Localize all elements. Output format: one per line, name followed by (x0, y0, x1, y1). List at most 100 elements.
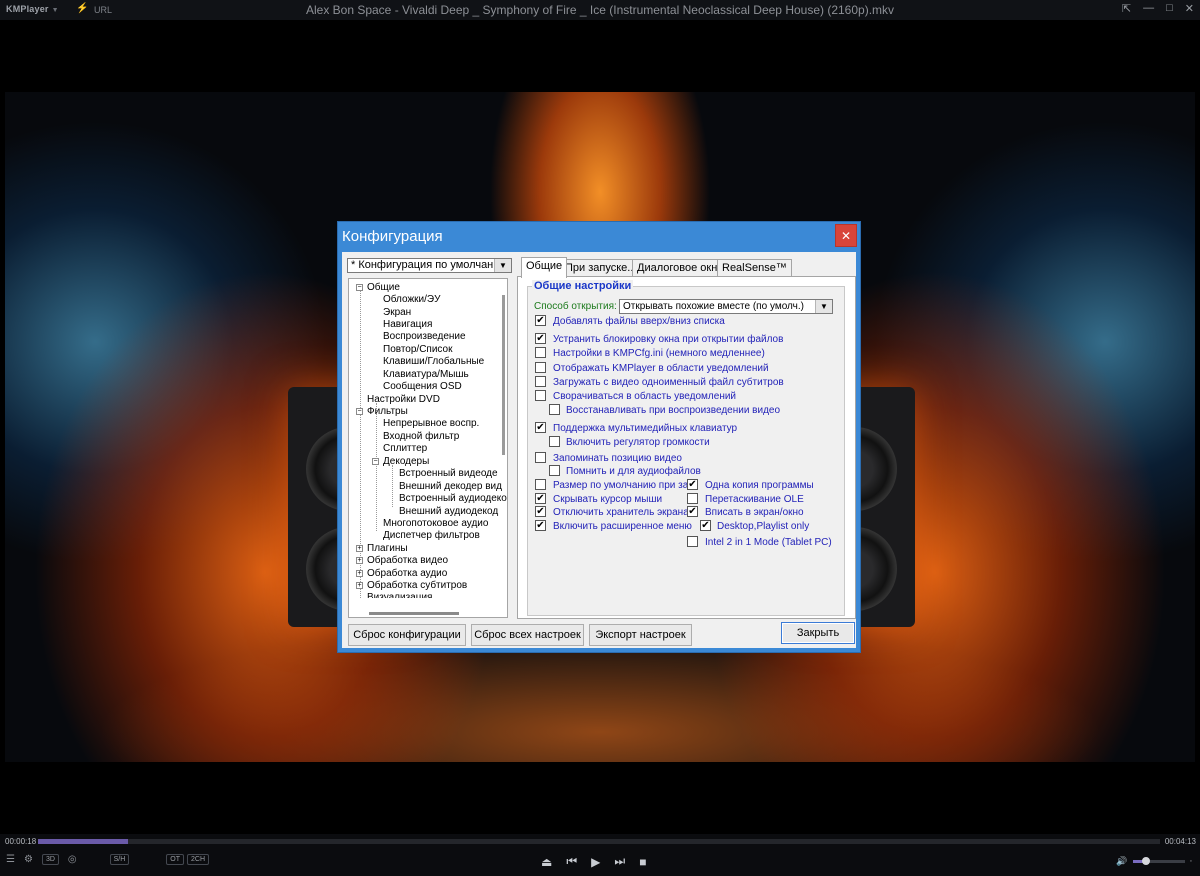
tree-item-osd[interactable]: Сообщения OSD (383, 381, 462, 393)
checkbox-tray-show[interactable] (535, 362, 546, 373)
pin-icon[interactable]: ⇱ (1122, 2, 1131, 15)
tree-item-decoders[interactable]: Декодеры (383, 456, 429, 468)
tree-item-continuous[interactable]: Непрерывное воспр. (383, 418, 479, 430)
checkbox-ole-drag[interactable] (687, 493, 698, 504)
checkbox-volume-ctrl[interactable] (549, 436, 560, 447)
seek-bar[interactable] (38, 839, 1160, 844)
tab-dialog[interactable]: Диалоговое окно (632, 259, 729, 277)
tree-item-repeat[interactable]: Повтор/Список (383, 344, 452, 356)
tree-item-filters[interactable]: Фильтры (367, 406, 408, 418)
tab-realsense[interactable]: RealSense™ (717, 259, 792, 277)
dialog-close-button[interactable]: ✕ (835, 224, 857, 247)
tree-item-keyboard[interactable]: Клавиатура/Мышь (383, 369, 469, 381)
open-mode-label: Способ открытия: (534, 301, 617, 312)
checkbox-multimedia-kbd[interactable]: ✔ (535, 422, 546, 433)
player-controls: 00:00:18 00:04:13 ☰ ⚙ 3D ◎ S/H OT 2CH ⏏ … (0, 834, 1200, 876)
3d-button[interactable]: 3D (41, 854, 59, 865)
vr-icon[interactable]: ◎ (68, 854, 77, 865)
expand-icon[interactable]: + (356, 582, 363, 589)
close-icon[interactable]: ✕ (1185, 2, 1194, 15)
collapse-icon[interactable]: − (372, 458, 379, 465)
chevron-down-icon[interactable]: ▼ (815, 300, 832, 313)
ot-button[interactable]: OT (166, 854, 185, 865)
tree-item-external-video[interactable]: Внешний декодер вид (399, 481, 502, 493)
label-fit-screen: Вписать в экран/окно (705, 507, 804, 518)
time-total: 00:04:13 (1164, 837, 1196, 846)
expand-icon[interactable]: + (356, 557, 363, 564)
tree-item-dvd[interactable]: Настройки DVD (367, 394, 440, 406)
tree-item-builtin-video[interactable]: Встроенный видеоде (399, 468, 498, 480)
reset-all-button[interactable]: Сброс всех настроек (471, 624, 584, 646)
tree-item-subtitle-processing[interactable]: Обработка субтитров (367, 580, 467, 592)
label-remember-audio: Помнить и для аудиофайлов (566, 466, 701, 477)
tree-item-input-filter[interactable]: Входной фильтр (383, 431, 459, 443)
tree-item-navigation[interactable]: Навигация (383, 319, 432, 331)
volume-control: 🔊 ◦ (1116, 856, 1192, 867)
window-title: Alex Bon Space - Vivaldi Deep _ Symphony… (305, 3, 895, 17)
tree-item-builtin-audio[interactable]: Встроенный аудиодеко (399, 493, 507, 505)
checkbox-unlock-window[interactable]: ✔ (535, 333, 546, 344)
checkbox-add-top-bottom[interactable]: ✔ (535, 315, 546, 326)
tab-startup[interactable]: При запуске... (560, 259, 642, 277)
stop-icon[interactable]: ■ (639, 855, 646, 869)
volume-slider[interactable] (1132, 857, 1185, 865)
tree-item-multistream[interactable]: Многопотоковое аудио (383, 518, 488, 530)
subtitle-toggle-button[interactable]: S/H (109, 854, 130, 865)
checkbox-hide-cursor[interactable]: ✔ (535, 493, 546, 504)
maximize-icon[interactable]: □ (1166, 2, 1173, 15)
tree-item-external-audio[interactable]: Внешний аудиодекод (399, 506, 498, 518)
checkbox-single-instance[interactable]: ✔ (687, 479, 698, 490)
tree-item-general[interactable]: Общие (367, 282, 400, 294)
menu-icon[interactable]: ☰ (6, 854, 15, 865)
checkbox-load-subs[interactable] (535, 376, 546, 387)
chevron-down-icon[interactable]: ▼ (494, 259, 511, 272)
volume-dot-icon: ◦ (1189, 858, 1192, 865)
gear-icon[interactable]: ⚙ (24, 854, 33, 865)
checkbox-desktop-playlist[interactable]: ✔ (700, 520, 711, 531)
speaker-icon[interactable]: 🔊 (1116, 856, 1127, 867)
checkbox-fit-screen[interactable]: ✔ (687, 506, 698, 517)
reset-config-button[interactable]: Сброс конфигурации (348, 624, 466, 646)
checkbox-disable-saver[interactable]: ✔ (535, 506, 546, 517)
2ch-button[interactable]: 2CH (187, 854, 210, 865)
export-settings-button[interactable]: Экспорт настроек (589, 624, 692, 646)
dialog-title: Конфигурация (342, 228, 443, 245)
tab-general[interactable]: Общие (521, 257, 568, 278)
previous-icon[interactable]: ⏮ (566, 854, 577, 869)
checkbox-kmpcfg[interactable] (535, 347, 546, 358)
tree-item-plugins[interactable]: Плагины (367, 543, 408, 555)
volume-knob[interactable] (1141, 857, 1150, 865)
collapse-icon[interactable]: − (356, 408, 363, 415)
next-icon[interactable]: ⏭ (614, 854, 625, 869)
tree-item-video-processing[interactable]: Обработка видео (367, 555, 448, 567)
checkbox-remember-audio[interactable] (549, 465, 560, 476)
play-icon[interactable]: ▶ (591, 855, 600, 869)
tree-item-keys[interactable]: Клавиши/Глобальные (383, 356, 484, 368)
tree-horizontal-scrollbar[interactable] (369, 612, 459, 615)
tree-vertical-scrollbar[interactable] (502, 295, 505, 455)
checkbox-default-size[interactable] (535, 479, 546, 490)
checkbox-minimize-tray[interactable] (535, 390, 546, 401)
checkbox-remember-pos[interactable] (535, 452, 546, 463)
tree-item-playback[interactable]: Воспроизведение (383, 331, 466, 343)
expand-icon[interactable]: + (356, 545, 363, 552)
label-load-subs: Загружать с видео одноименный файл субти… (553, 377, 784, 388)
preset-select[interactable]: * Конфигурация по умолчанию ▼ (347, 258, 512, 273)
tree-item-skins[interactable]: Обложки/ЭУ (383, 294, 440, 306)
settings-tree[interactable]: − Общие Обложки/ЭУ Экран Навигация Воспр… (348, 278, 508, 618)
open-mode-select[interactable]: Открывать похожие вместе (по умолч.) ▼ (619, 299, 833, 314)
checkbox-intel-2in1[interactable] (687, 536, 698, 547)
tree-item-audio-processing[interactable]: Обработка аудио (367, 568, 447, 580)
tree-item-visualization[interactable]: Визуализация (367, 592, 432, 598)
checkbox-restore-on-play[interactable] (549, 404, 560, 415)
eject-icon[interactable]: ⏏ (541, 855, 552, 869)
tree-item-splitter[interactable]: Сплиттер (383, 443, 427, 455)
expand-icon[interactable]: + (356, 570, 363, 577)
tree-item-screen[interactable]: Экран (383, 307, 411, 319)
label-unlock-window: Устранить блокировку окна при открытии ф… (553, 334, 784, 345)
close-dialog-button[interactable]: Закрыть (781, 622, 855, 644)
checkbox-extended-menu[interactable]: ✔ (535, 520, 546, 531)
tree-item-filter-manager[interactable]: Диспетчер фильтров (383, 530, 480, 542)
minimize-icon[interactable]: — (1143, 2, 1154, 15)
collapse-icon[interactable]: − (356, 284, 363, 291)
